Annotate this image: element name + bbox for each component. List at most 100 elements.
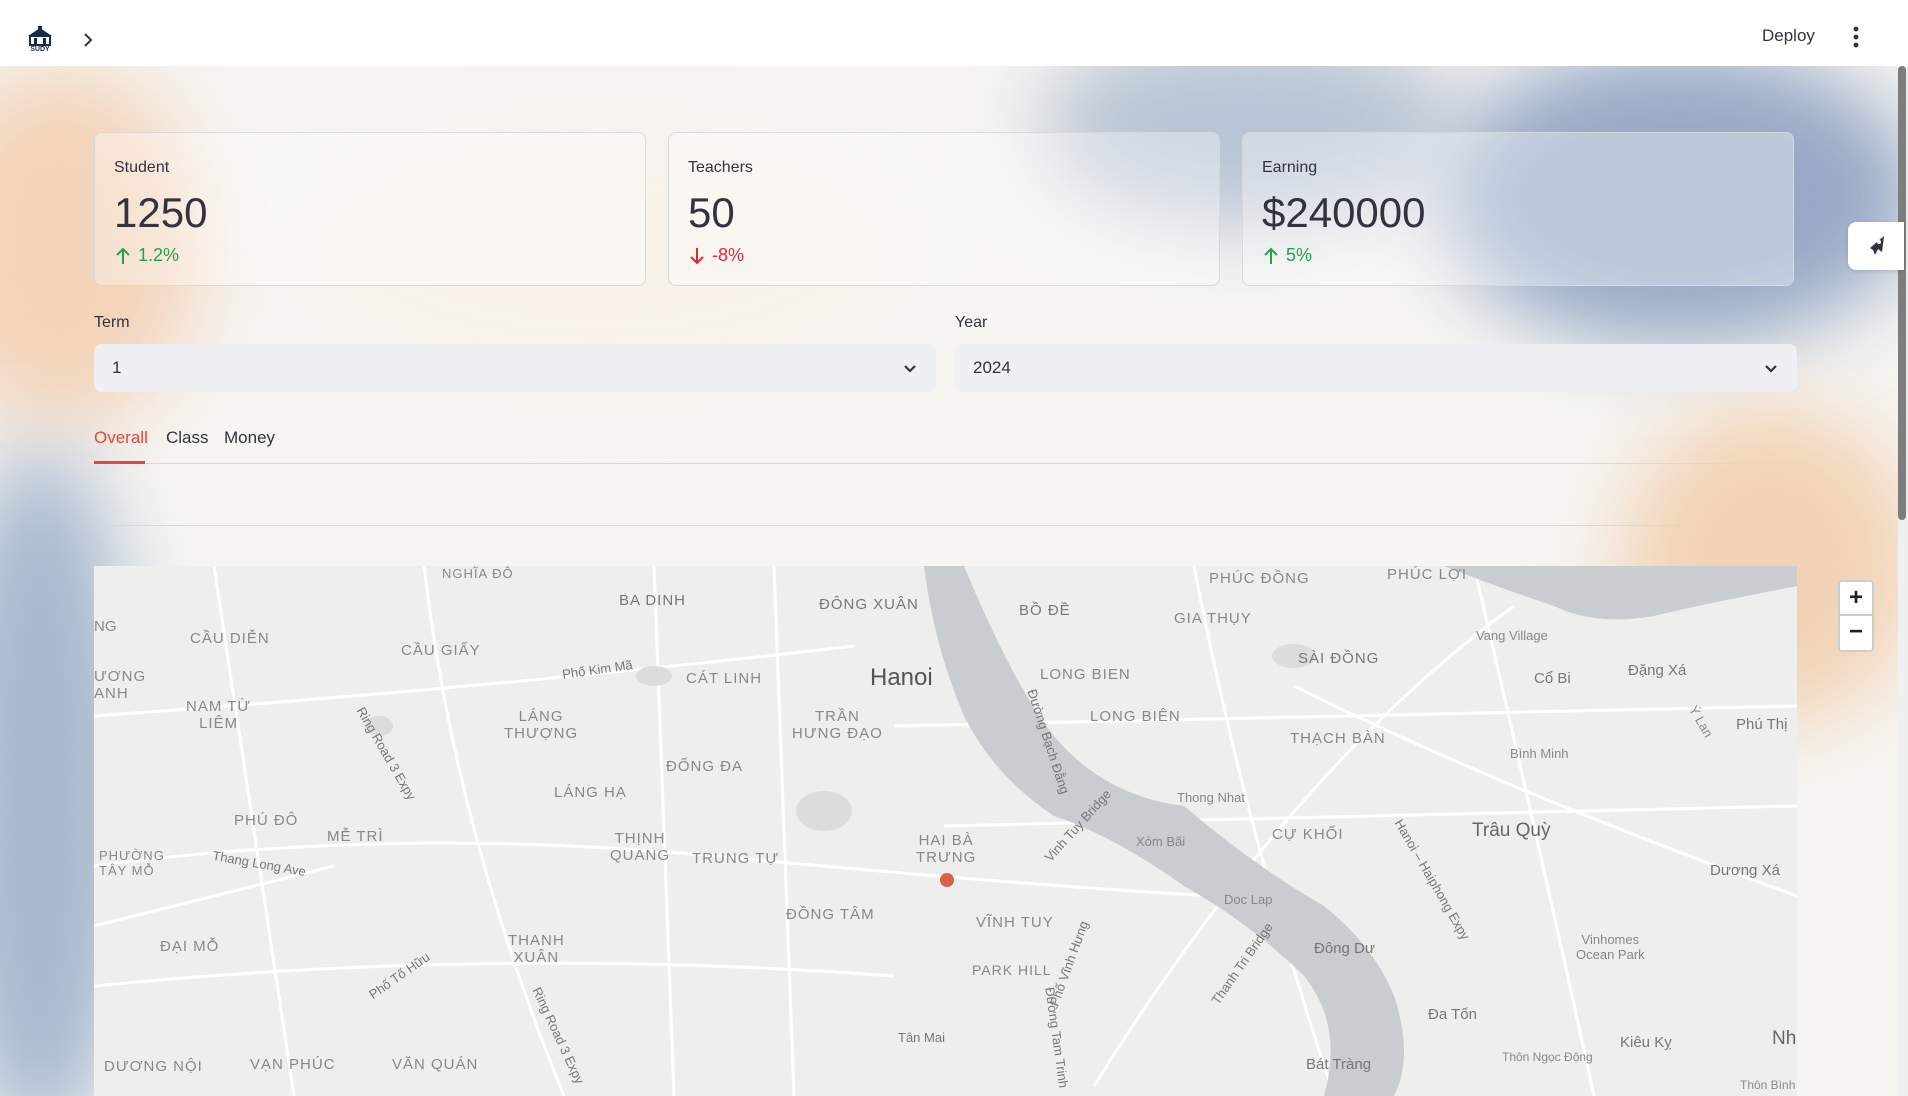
- map-label: NGHĨA ĐÔ: [442, 566, 514, 581]
- map-label: VĨNH TUY: [976, 914, 1054, 931]
- map-label-line: Ocean Park: [1576, 947, 1645, 962]
- arrow-up-icon: [116, 247, 130, 264]
- metric-label: Teachers: [688, 159, 753, 176]
- map-label: LÁNG HẠ: [554, 784, 627, 801]
- metric-delta-value: 1.2%: [138, 245, 180, 265]
- map-label: ƯƠNG ANH: [94, 668, 146, 702]
- map-label-line: PHƯỜNG: [99, 848, 165, 863]
- year-select[interactable]: 2024: [955, 344, 1797, 392]
- map-label: Xóm Bãi: [1136, 834, 1186, 849]
- map-label-line: TRẦN: [814, 708, 860, 725]
- app-logo[interactable]: SUDY: [24, 26, 56, 58]
- metric-earning: Earning $240000 5%: [1242, 132, 1794, 286]
- scrollbar-thumb[interactable]: [1898, 66, 1906, 520]
- map-label: Phú Thị: [1736, 716, 1788, 733]
- zoom-in-button[interactable]: +: [1838, 580, 1874, 616]
- map-label: LÁNG THƯỢNG: [504, 708, 578, 742]
- map-label-line: ANH: [94, 685, 129, 702]
- map-label: Đặng Xá: [1628, 662, 1687, 679]
- map-label-line: LIÊM: [199, 715, 239, 732]
- map-label: Đa Tốn: [1428, 1006, 1477, 1023]
- metric-delta: 5%: [1262, 245, 1312, 266]
- more-menu-icon[interactable]: [1846, 24, 1866, 50]
- map-label-line: NAM TỪ: [186, 698, 252, 715]
- map-label: Thong Nhat: [1177, 790, 1245, 805]
- arrow-down-icon: [690, 247, 704, 264]
- map-label: HAI BÀ TRƯNG: [916, 832, 976, 866]
- map-label-city: Hanoi: [870, 664, 933, 691]
- section-divider: [94, 525, 1797, 526]
- map-label-line: LÁNG: [518, 708, 564, 725]
- map-label-line: TRƯNG: [916, 849, 977, 866]
- map-label: Dương Xá: [1710, 862, 1780, 879]
- map-label-line: THANH: [508, 932, 565, 949]
- term-select[interactable]: 1: [94, 344, 936, 392]
- metric-student: Student 1250 1.2%: [94, 132, 646, 286]
- plus-icon: +: [1848, 584, 1863, 611]
- map-label: Bình Minh: [1510, 746, 1569, 761]
- map-label: THẠCH BÀN: [1290, 730, 1386, 747]
- minus-icon: −: [1848, 618, 1863, 645]
- zoom-out-button[interactable]: −: [1838, 616, 1874, 652]
- chevron-down-icon: [904, 365, 916, 373]
- year-label: Year: [955, 314, 988, 331]
- app-header: SUDY Deploy: [0, 0, 1908, 66]
- map-label: CẦU GIẤY: [401, 642, 481, 659]
- map-label: ĐÔNG XUÂN: [819, 596, 919, 613]
- map-label: LONG BIÊN: [1090, 708, 1181, 725]
- year-value: 2024: [973, 358, 1011, 377]
- chevron-right-icon[interactable]: [78, 30, 98, 50]
- chevron-down-icon: [1765, 365, 1777, 373]
- metric-teachers: Teachers 50 -8%: [668, 132, 1220, 286]
- map-label: SÀI ĐỒNG: [1298, 650, 1380, 667]
- metric-delta-value: -8%: [712, 245, 745, 265]
- map-label: ĐỐNG ĐA: [666, 758, 744, 775]
- metric-value: 50: [688, 189, 735, 236]
- map-label-line: THƯỢNG: [504, 725, 579, 742]
- map-label: Vang Village: [1476, 628, 1548, 643]
- metric-delta: -8%: [688, 245, 744, 266]
- map-label: NG: [94, 618, 117, 635]
- map-label: GIA THỤY: [1174, 610, 1252, 627]
- rocket-icon: [1870, 236, 1884, 255]
- map-label: LONG BIEN: [1040, 666, 1131, 683]
- map-label-line: Vinhomes: [1581, 932, 1640, 947]
- map-label: ĐỒNG TÂM: [786, 906, 875, 923]
- tab-class[interactable]: Class: [166, 428, 209, 448]
- active-tab-indicator: [94, 461, 145, 464]
- map-label: NAM TỪ LIÊM: [186, 698, 251, 732]
- metric-label: Earning: [1262, 159, 1318, 176]
- map-label: Kiêu Kỵ: [1620, 1034, 1672, 1051]
- map-label-line: ƯƠNG: [94, 668, 147, 685]
- tab-overall[interactable]: Overall: [94, 428, 148, 448]
- map-label: MỄ TRÌ: [327, 828, 384, 845]
- map-label-line: QUANG: [610, 847, 671, 864]
- map-label: Nh: [1772, 1028, 1797, 1049]
- arrow-up-icon: [1264, 247, 1278, 264]
- floating-action-button[interactable]: [1848, 222, 1904, 270]
- map-label-line: HAI BÀ: [918, 832, 974, 849]
- map-label: PHƯỜNG TÂY MỖ: [99, 848, 165, 878]
- metric-label: Student: [114, 159, 170, 176]
- map[interactable]: NGHĨA ĐÔ BA DINH ĐÔNG XUÂN BỒ ĐỀ PHÚC ĐỒ…: [94, 566, 1797, 1096]
- map-label: BỒ ĐỀ: [1019, 602, 1071, 619]
- map-label: PARK HILL: [972, 962, 1052, 978]
- map-label: BA DINH: [619, 592, 687, 609]
- term-value: 1: [112, 358, 122, 377]
- deploy-button[interactable]: Deploy: [1762, 26, 1815, 46]
- map-label-line: XUÂN: [513, 949, 560, 966]
- map-label: ĐẠI MỖ: [160, 938, 220, 955]
- red-river-north: [1444, 566, 1797, 620]
- map-label: VĂN QUÁN: [392, 1056, 479, 1073]
- map-label: Vinhomes Ocean Park: [1576, 932, 1645, 962]
- map-label: Tân Mai: [898, 1030, 945, 1045]
- map-label: DƯƠNG NỘI: [104, 1058, 203, 1075]
- map-label: THANH XUÂN: [508, 932, 565, 966]
- map-label: PHÚ ĐÔ: [234, 812, 299, 829]
- metric-value: 1250: [114, 189, 208, 236]
- tab-money[interactable]: Money: [224, 428, 275, 448]
- map-label: Bát Tràng: [1306, 1056, 1372, 1073]
- map-label: VẠN PHÚC: [250, 1056, 336, 1073]
- logo-text: SUDY: [30, 46, 50, 53]
- map-label: Trâu Quỳ: [1472, 820, 1551, 841]
